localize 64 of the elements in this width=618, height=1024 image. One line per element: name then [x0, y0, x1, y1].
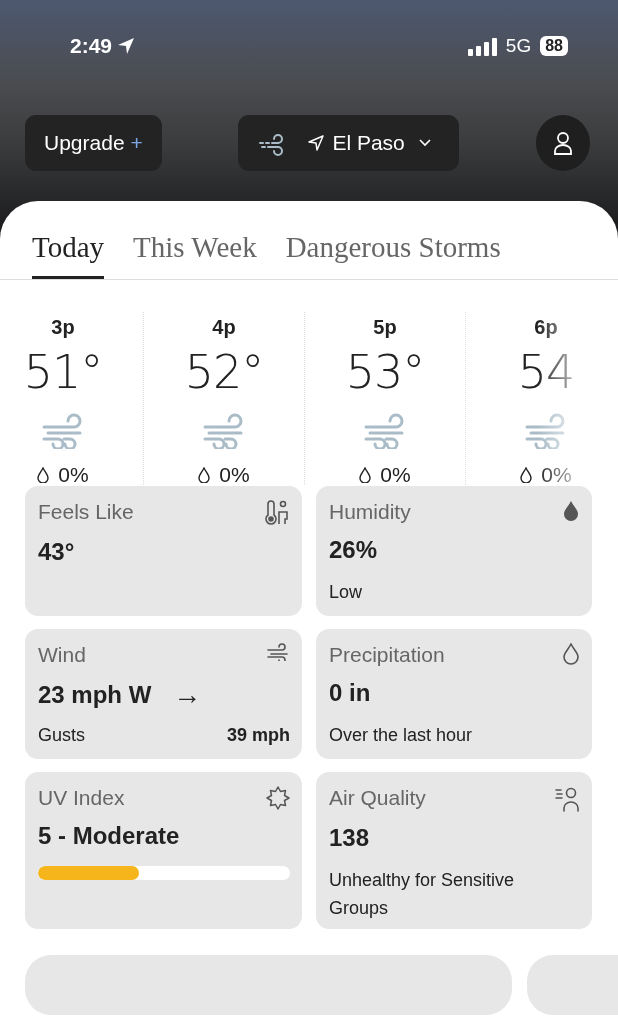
hour-label: 6p: [534, 316, 558, 339]
precipitation-chance: 0%: [541, 463, 572, 486]
temperature: 51°: [23, 345, 103, 399]
drop-icon: [37, 467, 50, 483]
location-arrow-icon: [308, 135, 325, 151]
card-title: UV Index: [38, 786, 125, 810]
card-title: Air Quality: [329, 786, 426, 810]
temperature: 52°: [184, 345, 264, 399]
drop-icon: [562, 643, 580, 665]
detail-card[interactable]: Humidity 26% Low: [316, 486, 592, 616]
wind-icon: [364, 411, 406, 449]
direction-arrow: →: [173, 679, 202, 711]
signal-icon: [467, 36, 498, 56]
hour-label: 5p: [373, 316, 397, 339]
precipitation-chance: 0%: [58, 463, 89, 486]
chevron-down-icon: [418, 139, 431, 147]
drop-icon: [359, 467, 372, 483]
gusts-value: 39 mph: [226, 725, 290, 746]
drop-icon: [520, 467, 533, 483]
tab[interactable]: Dangerous Storms: [285, 231, 501, 279]
card-title: Feels Like: [38, 500, 134, 524]
hour-label: 4p: [212, 316, 236, 339]
detail-card[interactable]: Precipitation 0 in Over the last hour: [316, 629, 592, 759]
wind-icon: [525, 411, 567, 449]
upgrade-button[interactable]: Upgrade +: [25, 115, 162, 171]
location-arrow-icon: [117, 37, 136, 55]
card-title: Humidity: [329, 500, 411, 524]
card-value: 138: [329, 824, 370, 852]
precipitation-chance: 0%: [380, 463, 411, 486]
status-time: 2:49: [70, 34, 113, 58]
network-label: 5G: [505, 35, 532, 57]
precipitation-chance: 0%: [219, 463, 250, 486]
temperature: 54: [517, 345, 575, 399]
tab[interactable]: This Week: [133, 231, 257, 279]
detail-card[interactable]: Air Quality 138 Unhealthy for Sensitive Groups: [316, 772, 592, 929]
drop-icon: [198, 467, 211, 483]
hour-label: 3p: [51, 316, 75, 339]
detail-card[interactable]: Feels Like 43°: [25, 486, 302, 616]
drop-icon: [562, 500, 580, 522]
card-note: Over the last hour: [329, 724, 474, 747]
tab[interactable]: Today: [32, 231, 105, 279]
wind-icon: [203, 411, 245, 449]
wind-icon: [266, 643, 290, 661]
gusts-label: Gusts: [38, 725, 85, 746]
detail-card[interactable]: UV Index 5 - Moderate: [25, 772, 302, 929]
person-air-icon: [554, 786, 580, 812]
card-value: 26%: [329, 536, 378, 564]
sun-icon: [266, 786, 290, 810]
person-icon: [553, 131, 573, 155]
card-value: 5 - Moderate: [38, 822, 180, 850]
thermometer-person-icon: [264, 500, 290, 526]
battery-level: 88: [540, 36, 568, 56]
temperature: 53°: [345, 345, 425, 399]
profile-button[interactable]: [536, 115, 590, 171]
wind-icon: [42, 411, 84, 449]
card-title: Wind: [38, 643, 86, 667]
card-value: 23 mph W: [38, 681, 152, 709]
card-value: 0 in: [329, 679, 371, 707]
detail-card[interactable]: Wind 23 mph W → Gusts 39 mph: [25, 629, 302, 759]
card-note: Low: [329, 581, 364, 604]
card-title: Precipitation: [329, 643, 445, 667]
card-value: 43°: [38, 538, 75, 566]
location-selector[interactable]: El Paso: [238, 115, 460, 171]
card-note: Unhealthy for Sensitive Groups: [329, 869, 516, 920]
